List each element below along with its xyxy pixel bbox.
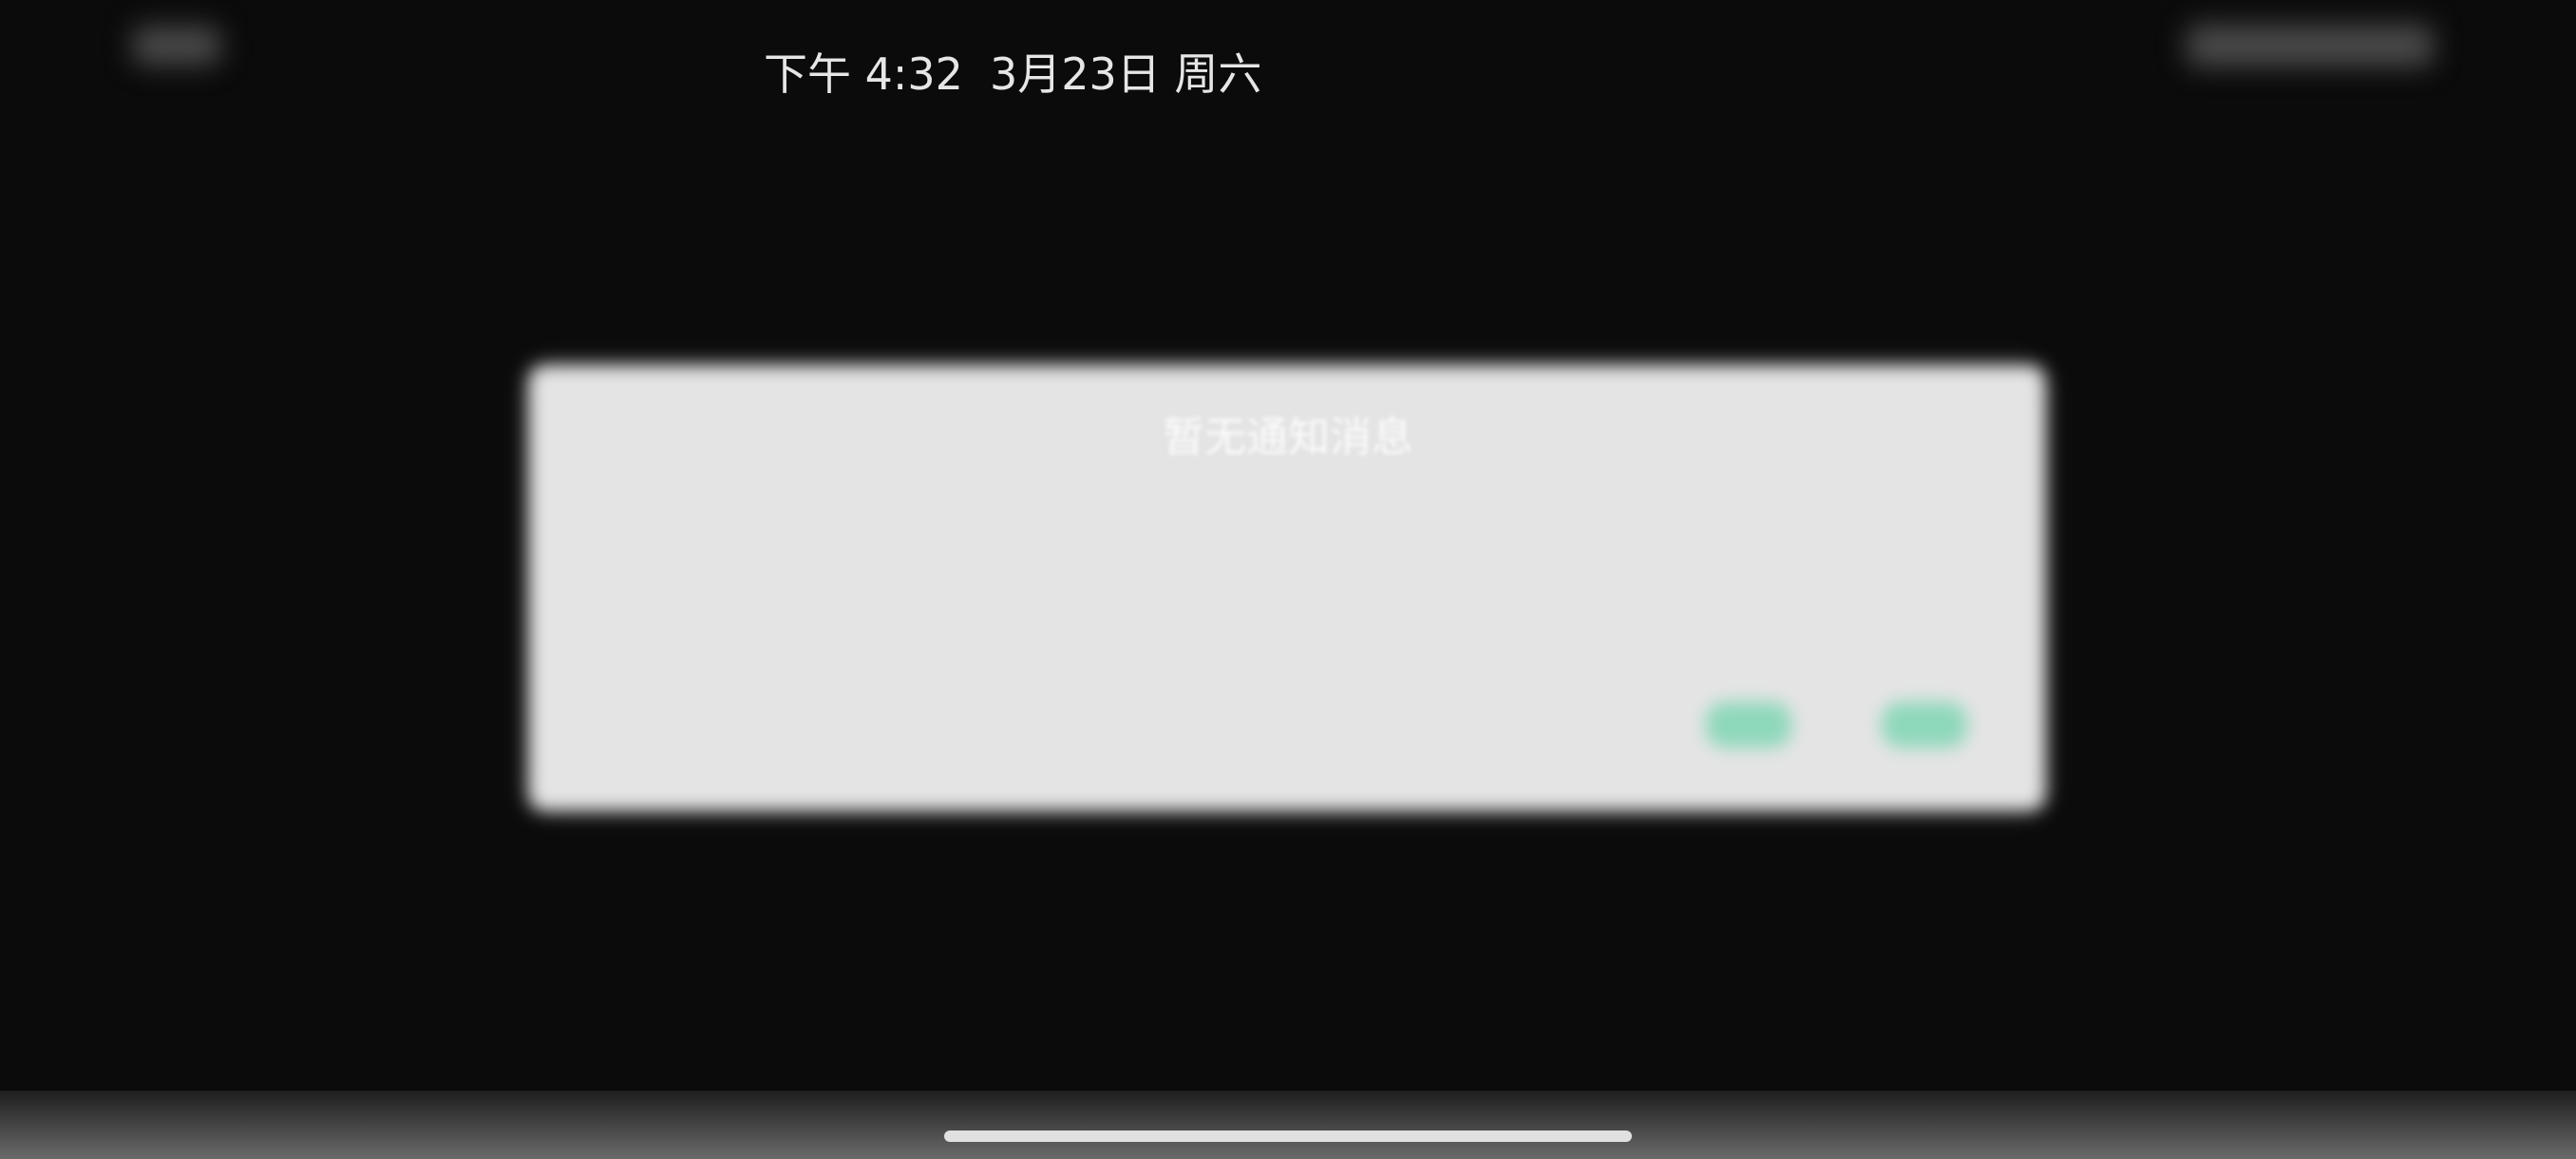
status-right-icons [2187,25,2434,66]
home-indicator[interactable] [944,1130,1632,1142]
date-label: 3月23日 [989,48,1161,100]
dialog-cancel-button[interactable] [1706,702,1791,748]
period-label: 下午 [764,48,851,100]
time-text: 下午 4:32 [764,40,963,103]
weekday-label: 周六 [1174,48,1262,100]
status-left-indicator [133,27,220,65]
empty-notification-text: 暂无通知消息 [1163,413,1413,462]
date-text: 3月23日 周六 [990,40,1261,103]
status-datetime: 下午 4:32 3月23日 周六 [764,40,1261,103]
lock-screen: 下午 4:32 3月23日 周六 暂无通知消息 [0,0,2576,1159]
bottom-bar [0,1091,2576,1159]
time-label: 4:32 [864,48,963,100]
dialog-confirm-button[interactable] [1882,702,1967,748]
